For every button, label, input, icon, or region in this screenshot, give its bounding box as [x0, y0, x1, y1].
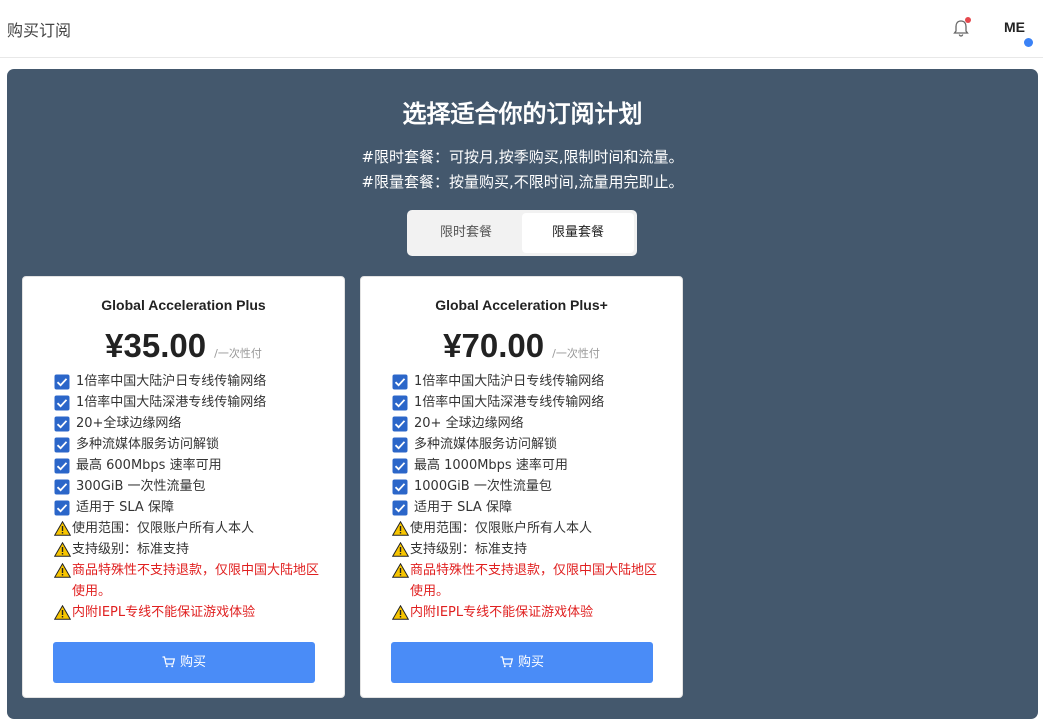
cart-icon [162, 656, 176, 668]
warning-text: 商品特殊性不支持退款，仅限中国大陆地区使用。 [410, 563, 658, 599]
feature-item: 1000GiB 一次性流量包 [392, 476, 662, 497]
checkbox-check-icon [392, 458, 408, 474]
feature-item: 1倍率中国大陆深港专线传输网络 [392, 392, 662, 413]
plan-price: ¥35.00 [105, 327, 207, 364]
plan-name: Global Acceleration Plus+ [435, 297, 608, 313]
warning-item: 商品特殊性不支持退款，仅限中国大陆地区使用。 [392, 560, 662, 602]
buy-button[interactable]: 购买 [391, 642, 653, 683]
feature-text: 1000GiB 一次性流量包 [414, 479, 552, 494]
feature-list: 1倍率中国大陆沪日专线传输网络 1倍率中国大陆深港专线传输网络 20+全球边缘网… [54, 371, 324, 623]
feature-text: 多种流媒体服务访问解锁 [76, 437, 220, 452]
avatar-initials: ME [1004, 19, 1025, 35]
warning-text: 商品特殊性不支持退款，仅限中国大陆地区使用。 [72, 563, 320, 599]
checkbox-check-icon [392, 374, 408, 390]
feature-item: 20+全球边缘网络 [54, 413, 324, 434]
warning-triangle-icon [392, 521, 409, 536]
feature-item: 300GiB 一次性流量包 [54, 476, 324, 497]
feature-item: 最高 1000Mbps 速率可用 [392, 455, 662, 476]
feature-text: 最高 600Mbps 速率可用 [76, 458, 222, 473]
feature-item: 1倍率中国大陆沪日专线传输网络 [54, 371, 324, 392]
plan-card: Global Acceleration Plus ¥35.00/一次性付 1倍率… [22, 276, 345, 698]
feature-item: 多种流媒体服务访问解锁 [392, 434, 662, 455]
checkbox-check-icon [392, 437, 408, 453]
checkbox-check-icon [392, 500, 408, 516]
feature-text: 20+ 全球边缘网络 [414, 416, 524, 431]
hero-title: 选择适合你的订阅计划 [402, 100, 643, 128]
feature-text: 1倍率中国大陆深港专线传输网络 [76, 395, 267, 410]
checkbox-check-icon [392, 395, 408, 411]
notice-item: 支持级别：标准支持 [392, 539, 662, 560]
notice-text: 使用范围：仅限账户所有人本人 [72, 521, 255, 536]
notification-dot [965, 17, 971, 23]
tab-limited-quota[interactable]: 限量套餐 [522, 213, 634, 253]
price-row: ¥70.00/一次性付 [361, 327, 682, 367]
price-row: ¥35.00/一次性付 [23, 327, 344, 367]
feature-item: 适用于 SLA 保障 [54, 497, 324, 518]
warning-text: 内附IEPL专线不能保证游戏体验 [410, 605, 594, 620]
notification-button[interactable] [951, 17, 971, 39]
warning-triangle-icon [392, 563, 409, 578]
top-bar: 购买订阅 ME [0, 0, 1043, 58]
plan-price: ¥70.00 [443, 327, 545, 364]
feature-text: 300GiB 一次性流量包 [76, 479, 206, 494]
warning-item: 内附IEPL专线不能保证游戏体验 [54, 602, 324, 623]
warning-triangle-icon [392, 605, 409, 620]
warning-triangle-icon [54, 605, 71, 620]
feature-text: 适用于 SLA 保障 [76, 500, 174, 515]
feature-item: 多种流媒体服务访问解锁 [54, 434, 324, 455]
online-status-dot [1024, 38, 1033, 47]
warning-text: 内附IEPL专线不能保证游戏体验 [72, 605, 256, 620]
checkbox-check-icon [54, 374, 70, 390]
notice-item: 使用范围：仅限账户所有人本人 [392, 518, 662, 539]
feature-text: 多种流媒体服务访问解锁 [414, 437, 558, 452]
feature-item: 最高 600Mbps 速率可用 [54, 455, 324, 476]
checkbox-check-icon [392, 479, 408, 495]
plan-period: /一次性付 [552, 347, 600, 360]
buy-button[interactable]: 购买 [53, 642, 315, 683]
avatar[interactable]: ME [998, 12, 1034, 47]
checkbox-check-icon [54, 479, 70, 495]
feature-item: 1倍率中国大陆沪日专线传输网络 [392, 371, 662, 392]
feature-text: 最高 1000Mbps 速率可用 [414, 458, 568, 473]
warning-triangle-icon [54, 563, 71, 578]
feature-text: 适用于 SLA 保障 [414, 500, 512, 515]
cart-icon [500, 656, 514, 668]
feature-list: 1倍率中国大陆沪日专线传输网络 1倍率中国大陆深港专线传输网络 20+ 全球边缘… [392, 371, 662, 623]
warning-triangle-icon [54, 542, 71, 557]
feature-item: 1倍率中国大陆深港专线传输网络 [54, 392, 324, 413]
warning-item: 内附IEPL专线不能保证游戏体验 [392, 602, 662, 623]
warning-item: 商品特殊性不支持退款，仅限中国大陆地区使用。 [54, 560, 324, 602]
plan-description-limited-quota: #限量套餐：按量购买,不限时间,流量用完即止。 [361, 173, 684, 191]
buy-button-label: 购买 [179, 655, 206, 670]
plan-period: /一次性付 [214, 347, 262, 360]
notice-item: 支持级别：标准支持 [54, 539, 324, 560]
feature-item: 适用于 SLA 保障 [392, 497, 662, 518]
page-title: 购买订阅 [7, 21, 72, 40]
warning-triangle-icon [54, 521, 71, 536]
feature-text: 1倍率中国大陆沪日专线传输网络 [414, 374, 605, 389]
plan-card: Global Acceleration Plus+ ¥70.00/一次性付 1倍… [360, 276, 683, 698]
feature-item: 20+ 全球边缘网络 [392, 413, 662, 434]
checkbox-check-icon [392, 416, 408, 432]
plan-name: Global Acceleration Plus [101, 297, 266, 313]
notice-text: 支持级别：标准支持 [410, 542, 528, 557]
warning-triangle-icon [392, 542, 409, 557]
feature-text: 1倍率中国大陆沪日专线传输网络 [76, 374, 267, 389]
notice-text: 支持级别：标准支持 [72, 542, 190, 557]
checkbox-check-icon [54, 416, 70, 432]
checkbox-check-icon [54, 395, 70, 411]
feature-text: 20+全球边缘网络 [76, 416, 182, 431]
checkbox-check-icon [54, 437, 70, 453]
feature-text: 1倍率中国大陆深港专线传输网络 [414, 395, 605, 410]
plan-description-limited-time: #限时套餐：可按月,按季购买,限制时间和流量。 [361, 148, 684, 166]
tab-limited-time[interactable]: 限时套餐 [410, 213, 522, 253]
notice-item: 使用范围：仅限账户所有人本人 [54, 518, 324, 539]
buy-button-label: 购买 [517, 655, 544, 670]
checkbox-check-icon [54, 500, 70, 516]
checkbox-check-icon [54, 458, 70, 474]
notice-text: 使用范围：仅限账户所有人本人 [410, 521, 593, 536]
subscription-panel: 选择适合你的订阅计划 #限时套餐：可按月,按季购买,限制时间和流量。 #限量套餐… [7, 69, 1038, 719]
plan-type-toggle: 限时套餐 限量套餐 [407, 210, 637, 256]
